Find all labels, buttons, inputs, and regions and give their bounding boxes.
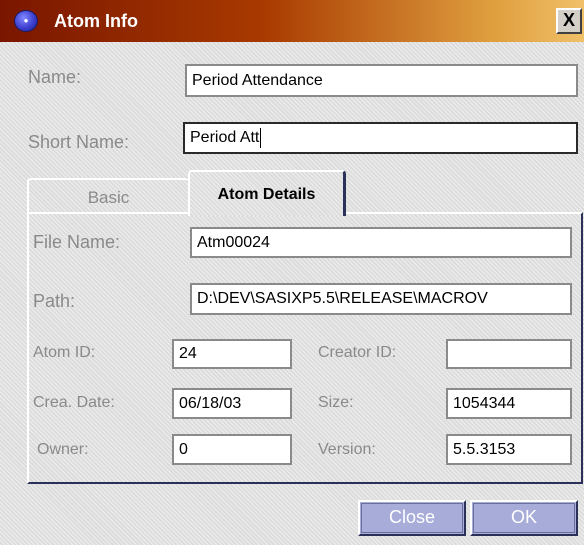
size-label: Size: [318, 394, 354, 411]
name-field[interactable]: Period Attendance [185, 64, 578, 97]
app-globe-icon[interactable]: ● [14, 10, 38, 32]
close-window-button[interactable]: X [556, 8, 582, 34]
crea-date-field[interactable]: 06/18/03 [172, 388, 292, 419]
creator-id-label: Creator ID: [318, 344, 397, 361]
file-name-field[interactable]: Atm00024 [190, 227, 572, 258]
text-caret [260, 127, 262, 148]
short-name-field[interactable]: Period Att [183, 122, 578, 154]
tab-atom-details[interactable]: Atom Details [188, 170, 346, 216]
name-label: Name: [28, 67, 82, 87]
short-name-label: Short Name: [28, 132, 130, 152]
file-name-label: File Name: [33, 232, 121, 252]
path-label: Path: [33, 291, 76, 311]
version-field[interactable]: 5.5.3153 [446, 434, 572, 465]
title-bar[interactable]: ● Atom Info X [0, 0, 584, 42]
version-label: Version: [318, 441, 376, 458]
ok-button[interactable]: OK [470, 500, 578, 536]
size-field[interactable]: 1054344 [446, 388, 572, 419]
crea-date-label: Crea. Date: [33, 394, 115, 411]
short-name-value: Period Att [190, 129, 260, 146]
window-title: Atom Info [54, 11, 138, 31]
path-field[interactable]: D:\DEV\SASIXP5.5\RELEASE\MACROV [190, 283, 572, 315]
tab-basic[interactable]: Basic [27, 178, 189, 214]
atom-id-label: Atom ID: [33, 344, 96, 361]
atom-id-field[interactable]: 24 [172, 339, 292, 369]
owner-field[interactable]: 0 [172, 434, 292, 465]
close-button[interactable]: Close [358, 500, 466, 536]
owner-label: Owner: [37, 441, 89, 458]
creator-id-field[interactable] [446, 339, 572, 369]
